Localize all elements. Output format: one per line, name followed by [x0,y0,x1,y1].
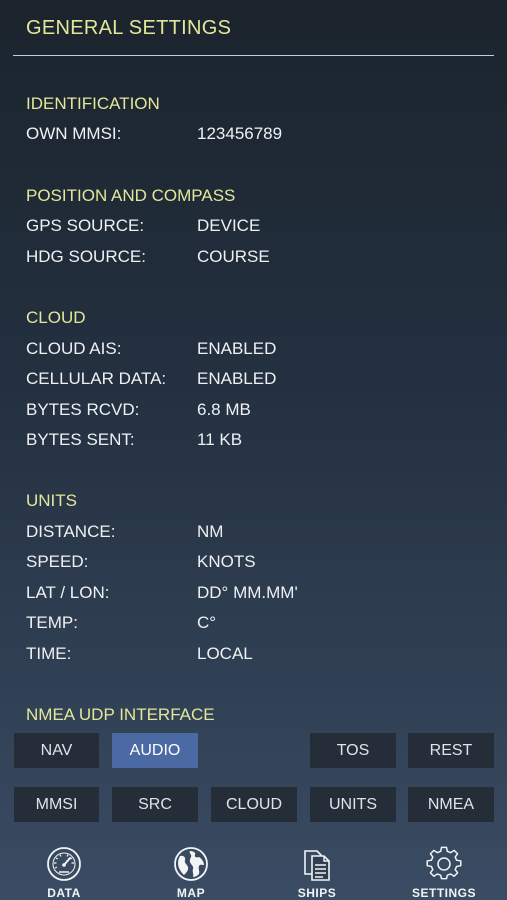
bytes-rcvd-label: BYTES RCVD: [26,400,140,419]
section-heading-position: POSITION AND COMPASS [26,186,236,205]
speed-value[interactable]: KNOTS [197,552,256,572]
page-title: GENERAL SETTINGS [26,17,232,39]
tab-map[interactable]: MAP [141,838,241,900]
section-heading-units: UNITS [26,491,77,510]
tab-data[interactable]: DATA [14,838,114,900]
cellular-data-value[interactable]: ENABLED [197,369,276,389]
temp-value[interactable]: C° [197,613,216,633]
tab-ships-label: SHIPS [297,886,337,900]
src-button[interactable]: SRC [112,787,198,822]
gps-source-value[interactable]: DEVICE [197,216,260,236]
cloud-button[interactable]: CLOUD [211,787,297,822]
globe-icon [174,847,208,881]
time-value[interactable]: LOCAL [197,644,253,664]
hdg-source-value[interactable]: COURSE [197,247,270,267]
cloud-ais-label: CLOUD AIS: [26,339,122,358]
temp-label: TEMP: [26,613,78,632]
hdg-source-label: HDG SOURCE: [26,247,146,266]
title-divider [13,55,494,56]
tab-settings[interactable]: SETTINGS [394,838,494,900]
tab-bar: DATA MAP SHIPS SETTINGS [0,838,507,900]
bytes-rcvd-value: 6.8 MB [197,400,251,419]
tab-map-label: MAP [176,886,206,900]
tab-settings-label: SETTINGS [411,886,476,900]
time-label: TIME: [26,644,72,663]
rest-button[interactable]: REST [408,733,494,768]
cellular-data-label: CELLULAR DATA: [26,369,167,388]
section-heading-identification: IDENTIFICATION [26,94,160,113]
lat-lon-value[interactable]: DD° MM.MM' [197,583,298,603]
distance-value[interactable]: NM [197,522,223,542]
audio-button[interactable]: AUDIO [112,733,198,768]
lat-lon-label: LAT / LON: [26,583,110,602]
tab-data-label: DATA [47,886,81,900]
section-heading-nmea: NMEA UDP INTERFACE [26,705,215,724]
nmea-button[interactable]: NMEA [408,787,494,822]
tos-button[interactable]: TOS [310,733,396,768]
mmsi-button[interactable]: MMSI [14,787,99,822]
cloud-ais-value[interactable]: ENABLED [197,339,276,359]
gear-icon [426,846,462,880]
section-heading-cloud: CLOUD [26,308,86,327]
own-mmsi-label: OWN MMSI: [26,124,122,143]
gauge-icon [47,847,81,881]
own-mmsi-value[interactable]: 123456789 [197,124,282,144]
distance-label: DISTANCE: [26,522,116,541]
gps-source-label: GPS SOURCE: [26,216,145,235]
speed-label: SPEED: [26,552,89,571]
bytes-sent-label: BYTES SENT: [26,430,135,449]
tab-ships[interactable]: SHIPS [267,838,367,900]
units-button[interactable]: UNITS [310,787,396,822]
nav-button[interactable]: NAV [14,733,99,768]
bytes-sent-value: 11 KB [197,430,243,449]
documents-icon [304,850,330,881]
